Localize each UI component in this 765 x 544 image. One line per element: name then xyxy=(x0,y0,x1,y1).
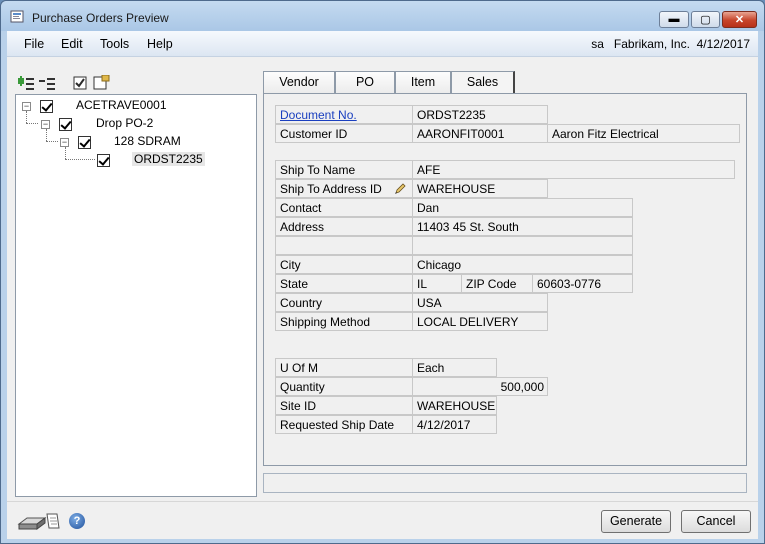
requested-ship-date-field: 4/12/2017 xyxy=(412,415,497,434)
tree-toolbar xyxy=(15,72,257,94)
company-name: Fabrikam, Inc. xyxy=(613,37,690,51)
ship-to-name-field: AFE xyxy=(412,160,735,179)
address-line2-field xyxy=(412,236,633,255)
address-label-spacer xyxy=(275,236,413,255)
window: Purchase Orders Preview ▬ ▢ ✕ File Edit … xyxy=(0,0,765,544)
tree-node-label[interactable]: 128 SDRAM xyxy=(114,134,181,148)
tab-sales[interactable]: Sales xyxy=(451,71,515,93)
app-icon xyxy=(10,10,24,23)
menu-help[interactable]: Help xyxy=(147,37,173,51)
ship-to-name-label: Ship To Name xyxy=(275,160,413,179)
minimize-button[interactable]: ▬ xyxy=(659,11,689,28)
expand-all-icon[interactable] xyxy=(17,75,35,91)
menu-edit[interactable]: Edit xyxy=(61,37,83,51)
zip-code-field: 60603-0776 xyxy=(532,274,633,293)
tab-item[interactable]: Item xyxy=(395,71,451,93)
mark-all-icon[interactable] xyxy=(72,75,90,91)
purchase-order-tree: − ACETRAVE0001 − Drop PO-2 − 128 SDRAM O… xyxy=(15,94,257,497)
window-title: Purchase Orders Preview xyxy=(32,11,169,25)
site-id-label: Site ID xyxy=(275,396,413,415)
address-label: Address xyxy=(275,217,413,236)
site-id-field: WAREHOUSE xyxy=(412,396,497,415)
tree-node[interactable]: − Drop PO-2 xyxy=(16,116,246,132)
minimize-icon: ▬ xyxy=(668,13,680,25)
state-label: State xyxy=(275,274,413,293)
customer-id-field: AARONFIT0001 xyxy=(412,124,548,143)
collapse-icon[interactable]: − xyxy=(41,120,50,129)
u-of-m-label: U Of M xyxy=(275,358,413,377)
document-no-field: ORDST2235 xyxy=(412,105,548,124)
close-icon: ✕ xyxy=(734,14,745,26)
cancel-button[interactable]: Cancel xyxy=(681,510,751,533)
tree-node-label[interactable]: Drop PO-2 xyxy=(96,116,153,130)
user-info: sa Fabrikam, Inc. 4/12/2017 xyxy=(591,37,750,51)
ship-to-address-id-label: Ship To Address ID xyxy=(275,179,413,198)
collapse-all-icon[interactable] xyxy=(38,75,56,91)
customer-name-field: Aaron Fitz Electrical xyxy=(547,124,740,143)
tree-node[interactable]: − 128 SDRAM xyxy=(16,134,246,150)
status-bar xyxy=(263,473,747,493)
quantity-field: 500,000 xyxy=(412,377,548,396)
u-of-m-field: Each xyxy=(412,358,497,377)
tab-vendor[interactable]: Vendor xyxy=(263,71,335,93)
tree-node-checkbox[interactable] xyxy=(97,154,110,167)
document-no-label[interactable]: Document No. xyxy=(275,105,413,124)
tree-node-checkbox[interactable] xyxy=(78,136,91,149)
country-label: Country xyxy=(275,293,413,312)
state-field: IL xyxy=(412,274,462,293)
quantity-label: Quantity xyxy=(275,377,413,396)
user-date: 4/12/2017 xyxy=(696,37,750,51)
tree-node-checkbox[interactable] xyxy=(40,100,53,113)
document-no-link[interactable]: Document No. xyxy=(280,108,357,122)
customer-id-label: Customer ID xyxy=(275,124,413,143)
generate-button[interactable]: Generate xyxy=(601,510,671,533)
menu-tools[interactable]: Tools xyxy=(100,37,129,51)
contact-field: Dan xyxy=(412,198,633,217)
ship-to-address-id-text: Ship To Address ID xyxy=(280,182,382,196)
bottom-bar: ? Generate Cancel xyxy=(7,501,758,539)
tree-node-checkbox[interactable] xyxy=(59,118,72,131)
city-field: Chicago xyxy=(412,255,633,274)
sales-panel: Document No. ORDST2235 Customer ID AARON… xyxy=(263,93,747,466)
print-icon[interactable] xyxy=(17,510,61,532)
zip-code-label: ZIP Code xyxy=(461,274,533,293)
shipping-method-label: Shipping Method xyxy=(275,312,413,331)
city-label: City xyxy=(275,255,413,274)
address-line1-field: 11403 45 St. South xyxy=(412,217,633,236)
client-area: File Edit Tools Help sa Fabrikam, Inc. 4… xyxy=(7,31,758,539)
menu-bar: File Edit Tools Help sa Fabrikam, Inc. 4… xyxy=(7,31,758,57)
maximize-button[interactable]: ▢ xyxy=(691,11,720,28)
tab-po[interactable]: PO xyxy=(335,71,395,93)
requested-ship-date-label: Requested Ship Date xyxy=(275,415,413,434)
maximize-icon: ▢ xyxy=(700,14,711,26)
title-bar[interactable]: Purchase Orders Preview ▬ ▢ ✕ xyxy=(1,1,764,31)
close-button[interactable]: ✕ xyxy=(722,11,757,28)
user-name: sa xyxy=(591,37,604,51)
tree-node-label[interactable]: ACETRAVE0001 xyxy=(76,98,167,112)
shipping-method-field: LOCAL DELIVERY xyxy=(412,312,548,331)
collapse-icon[interactable]: − xyxy=(22,102,31,111)
menu-file[interactable]: File xyxy=(24,37,44,51)
edit-pencil-icon[interactable] xyxy=(394,183,406,195)
country-field: USA xyxy=(412,293,548,312)
tree-node-label-selected[interactable]: ORDST2235 xyxy=(132,152,205,166)
tree-node[interactable]: ORDST2235 xyxy=(16,152,246,168)
contact-label: Contact xyxy=(275,198,413,217)
tree-node[interactable]: − ACETRAVE0001 xyxy=(16,98,246,114)
help-icon[interactable]: ? xyxy=(69,513,85,529)
unmark-all-icon[interactable] xyxy=(92,75,110,91)
collapse-icon[interactable]: − xyxy=(60,138,69,147)
ship-to-address-id-field: WAREHOUSE xyxy=(412,179,548,198)
